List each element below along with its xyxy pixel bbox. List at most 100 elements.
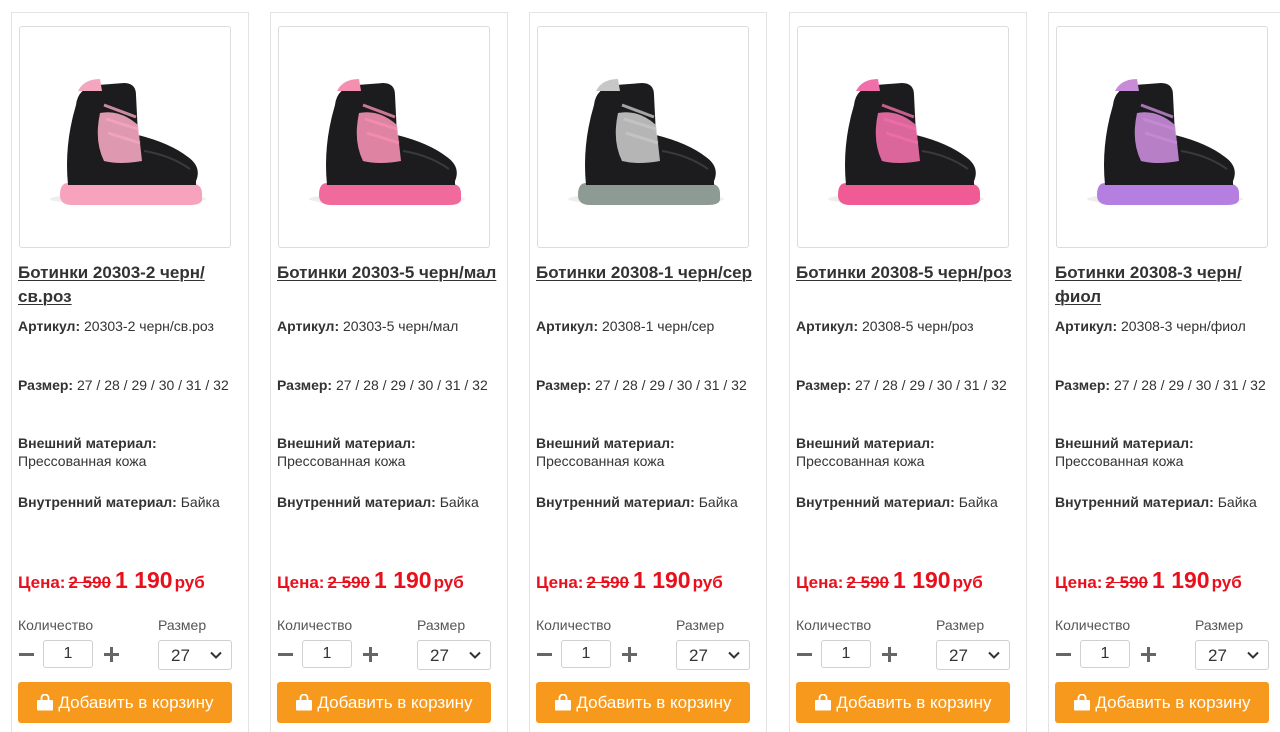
quantity-decrease-button[interactable] (18, 643, 36, 665)
add-to-cart-button[interactable]: Добавить в корзину (277, 682, 491, 723)
outer-material-label: Внешний материал: (277, 435, 416, 451)
size-row: Размер: 27 / 28 / 29 / 30 / 31 / 32 (277, 376, 499, 394)
outer-material-row: Внешний материал: Прессованная кожа (536, 434, 758, 470)
boot-image (309, 79, 465, 205)
quantity-input[interactable] (302, 640, 352, 668)
article-label: Артикул: (1055, 318, 1118, 334)
inner-material-label: Внутренний материал: (1055, 494, 1214, 510)
add-to-cart-button[interactable]: Добавить в корзину (18, 682, 232, 723)
boot-image (1087, 79, 1243, 205)
size-select-label: Размер (936, 617, 985, 633)
size-select-label: Размер (417, 617, 466, 633)
price-label: Цена: (536, 573, 584, 592)
product-image[interactable] (19, 26, 231, 248)
quantity-decrease-button[interactable] (536, 643, 554, 665)
add-to-cart-button[interactable]: Добавить в корзину (796, 682, 1010, 723)
product-image[interactable] (537, 26, 749, 248)
quantity-decrease-button[interactable] (277, 643, 295, 665)
product-title-link[interactable]: Ботинки 20303-5 черн/мал (277, 261, 499, 285)
size-label: Размер: (796, 377, 852, 393)
quantity-input[interactable] (821, 640, 871, 668)
inner-material-label: Внутренний материал: (796, 494, 955, 510)
price-row: Цена: 2 590 1 190 руб (796, 567, 1022, 594)
size-value: 27 / 28 / 29 / 30 / 31 / 32 (594, 377, 747, 393)
quantity-input[interactable] (43, 640, 93, 668)
quantity-decrease-button[interactable] (1055, 643, 1073, 665)
product-title-link[interactable]: Ботинки 20308-3 черн/фиол (1055, 261, 1277, 309)
shopping-bag-icon (1074, 694, 1091, 711)
size-select[interactable]: 27 (1195, 640, 1269, 670)
old-price: 2 590 (68, 573, 112, 592)
size-value: 27 / 28 / 29 / 30 / 31 / 32 (854, 377, 1007, 393)
chevron-down-icon (210, 651, 222, 659)
size-row: Размер: 27 / 28 / 29 / 30 / 31 / 32 (18, 376, 240, 394)
quantity-increase-button[interactable] (881, 643, 899, 665)
quantity-increase-button[interactable] (621, 643, 639, 665)
outer-material-value: Прессованная кожа (536, 453, 665, 469)
article-value: 20308-5 черн/роз (862, 318, 974, 334)
size-row: Размер: 27 / 28 / 29 / 30 / 31 / 32 (796, 376, 1018, 394)
size-row: Размер: 27 / 28 / 29 / 30 / 31 / 32 (536, 376, 758, 394)
inner-material-label: Внутренний материал: (18, 494, 177, 510)
product-card: Ботинки 20303-2 черн/св.роз Артикул: 203… (11, 12, 249, 732)
size-select-label: Размер (676, 617, 725, 633)
size-label: Размер: (536, 377, 592, 393)
article-label: Артикул: (796, 318, 859, 334)
add-to-cart-label: Добавить в корзину (317, 692, 473, 712)
product-image[interactable] (797, 26, 1009, 248)
product-image[interactable] (1056, 26, 1268, 248)
quantity-increase-button[interactable] (103, 643, 121, 665)
add-to-cart-button[interactable]: Добавить в корзину (536, 682, 750, 723)
size-select-value: 27 (430, 646, 449, 665)
outer-material-value: Прессованная кожа (18, 453, 147, 469)
quantity-decrease-button[interactable] (796, 643, 814, 665)
size-select[interactable]: 27 (676, 640, 750, 670)
product-title-link[interactable]: Ботинки 20308-1 черн/сер (536, 261, 758, 285)
outer-material-row: Внешний материал: Прессованная кожа (277, 434, 499, 470)
old-price: 2 590 (586, 573, 630, 592)
article-label: Артикул: (277, 318, 340, 334)
size-select[interactable]: 27 (417, 640, 491, 670)
quantity-increase-button[interactable] (1140, 643, 1158, 665)
product-image[interactable] (278, 26, 490, 248)
add-to-cart-label: Добавить в корзину (1095, 692, 1251, 712)
inner-material-row: Внутренний материал: Байка (277, 493, 499, 511)
size-select[interactable]: 27 (158, 640, 232, 670)
shopping-bag-icon (555, 694, 572, 711)
new-price: 1 190 (893, 567, 951, 593)
product-card: Ботинки 20308-5 черн/роз Артикул: 20308-… (789, 12, 1027, 732)
shopping-bag-icon (815, 694, 832, 711)
outer-material-label: Внешний материал: (536, 435, 675, 451)
size-select[interactable]: 27 (936, 640, 1010, 670)
outer-material-row: Внешний материал: Прессованная кожа (18, 434, 240, 470)
price-label: Цена: (1055, 573, 1103, 592)
boot-image (50, 79, 206, 205)
chevron-down-icon (1247, 651, 1259, 659)
product-title-link[interactable]: Ботинки 20308-5 черн/роз (796, 261, 1018, 285)
outer-material-label: Внешний материал: (1055, 435, 1194, 451)
outer-material-label: Внешний материал: (796, 435, 935, 451)
price-label: Цена: (18, 573, 66, 592)
add-to-cart-button[interactable]: Добавить в корзину (1055, 682, 1269, 723)
currency: руб (174, 573, 205, 592)
quantity-input[interactable] (1080, 640, 1130, 668)
article-value: 20308-3 черн/фиол (1121, 318, 1246, 334)
add-to-cart-label: Добавить в корзину (836, 692, 992, 712)
product-title-link[interactable]: Ботинки 20303-2 черн/св.роз (18, 261, 240, 309)
size-select-label: Размер (1195, 617, 1244, 633)
product-grid: Ботинки 20303-2 черн/св.роз Артикул: 203… (0, 0, 1280, 732)
currency: руб (952, 573, 983, 592)
outer-material-value: Прессованная кожа (796, 453, 925, 469)
old-price: 2 590 (327, 573, 371, 592)
article-value: 20303-2 черн/св.роз (84, 318, 214, 334)
boot-image (828, 79, 984, 205)
old-price: 2 590 (1105, 573, 1149, 592)
quantity-increase-button[interactable] (362, 643, 380, 665)
article-row: Артикул: 20303-5 черн/мал (277, 317, 499, 335)
product-card: Ботинки 20308-3 черн/фиол Артикул: 20308… (1048, 12, 1280, 732)
quantity-input[interactable] (561, 640, 611, 668)
size-select-value: 27 (1208, 646, 1227, 665)
chevron-down-icon (728, 651, 740, 659)
size-value: 27 / 28 / 29 / 30 / 31 / 32 (1113, 377, 1266, 393)
price-row: Цена: 2 590 1 190 руб (277, 567, 503, 594)
